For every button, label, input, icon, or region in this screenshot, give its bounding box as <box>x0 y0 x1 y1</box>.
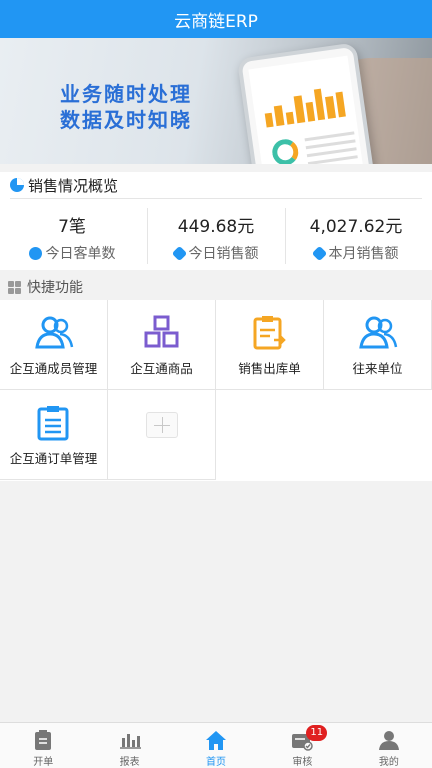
stat-value: 4,027.62元 <box>309 217 403 237</box>
stat-today-sales[interactable]: 449.68元 今日销售额 <box>144 204 288 266</box>
trend-icon <box>28 246 42 260</box>
phone-image <box>236 42 376 164</box>
home-icon <box>206 731 227 750</box>
tab-review[interactable]: 11 审核 <box>259 723 345 768</box>
outbound-doc-icon <box>253 316 286 350</box>
add-function-button[interactable] <box>108 390 216 480</box>
quick-functions-title: 快捷功能 <box>27 280 83 296</box>
func-orders[interactable]: 企互通订单管理 <box>0 390 108 480</box>
order-clipboard-icon <box>37 406 69 441</box>
stat-label: 今日销售额 <box>188 246 259 262</box>
user-icon <box>378 731 399 750</box>
bar-chart-icon <box>119 734 141 749</box>
stat-label: 本月销售额 <box>328 246 399 262</box>
tab-label: 我的 <box>378 757 399 768</box>
quick-functions-header: 快捷功能 <box>0 274 432 300</box>
grid-icon <box>8 280 21 294</box>
sales-overview: 销售情况概览 7笔 今日客单数 449.68元 今日销售额 4,027.62元 … <box>0 172 432 270</box>
quick-functions-grid: 企互通成员管理 企互通商品 销售出库单 往来单位 企互通订单管理 <box>0 300 432 481</box>
func-label: 企互通商品 <box>130 361 193 376</box>
stat-label: 今日客单数 <box>45 246 116 262</box>
tag-icon <box>171 245 187 261</box>
promo-banner[interactable]: 业务随时处理 数据及时知晓 <box>0 38 432 164</box>
banner-line-2: 数据及时知晓 <box>60 108 192 132</box>
func-label: 往来单位 <box>352 361 403 376</box>
app-title: 云商链ERP <box>174 11 258 32</box>
stat-month-sales[interactable]: 4,027.62元 本月销售额 <box>284 204 428 266</box>
clipboard-icon <box>35 730 52 750</box>
title-bar: 云商链ERP <box>0 0 432 38</box>
stat-today-orders[interactable]: 7笔 今日客单数 <box>0 204 144 266</box>
overview-header: 销售情况概览 <box>0 172 432 198</box>
func-products[interactable]: 企互通商品 <box>108 300 216 390</box>
divider <box>10 198 422 199</box>
func-partners[interactable]: 往来单位 <box>324 300 432 390</box>
tab-label: 审核 <box>292 757 313 768</box>
overview-title: 销售情况概览 <box>28 176 119 195</box>
review-count-badge: 11 <box>306 725 328 741</box>
banner-line-1: 业务随时处理 <box>60 82 192 106</box>
tag-icon <box>311 245 327 261</box>
func-label: 销售出库单 <box>238 361 301 376</box>
boxes-icon <box>144 315 179 348</box>
tab-label: 报表 <box>119 757 140 768</box>
plus-icon <box>146 412 178 438</box>
func-label: 企互通成员管理 <box>9 361 98 376</box>
tab-label: 开单 <box>33 757 54 768</box>
func-members[interactable]: 企互通成员管理 <box>0 300 108 390</box>
tab-reports[interactable]: 报表 <box>86 723 172 768</box>
pie-chart-icon <box>10 178 24 192</box>
stat-value: 7笔 <box>58 217 86 237</box>
tab-home[interactable]: 首页 <box>173 723 259 768</box>
stat-value: 449.68元 <box>177 217 255 237</box>
tab-profile[interactable]: 我的 <box>346 723 432 768</box>
func-sales-outbound[interactable]: 销售出库单 <box>216 300 324 390</box>
func-label: 企互通订单管理 <box>9 451 98 466</box>
tab-label: 首页 <box>206 757 227 768</box>
tab-billing[interactable]: 开单 <box>0 723 86 768</box>
contacts-icon <box>359 316 398 349</box>
members-icon <box>35 316 74 349</box>
bottom-tab-bar: 开单 报表 首页 11 审核 我的 <box>0 722 432 768</box>
